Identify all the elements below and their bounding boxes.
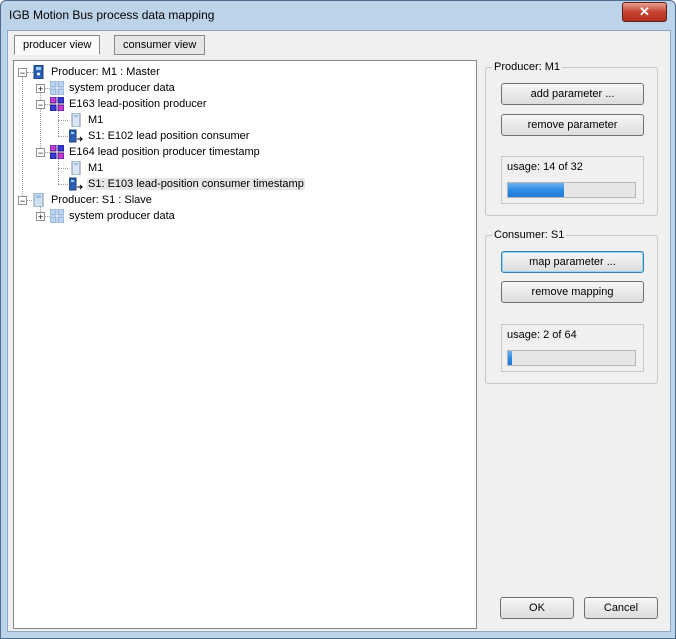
consumer-group-title: Consumer: S1 [492, 229, 567, 241]
ok-button[interactable]: OK [500, 597, 574, 619]
tab-producer-view[interactable]: producer view [14, 35, 101, 55]
consumer-link-icon [69, 177, 83, 191]
dialog-client: producer view consumer view − Producer: … [7, 30, 671, 632]
data-grid-icon [50, 81, 64, 95]
producer-usage-box: usage: 14 of 32 [501, 156, 644, 204]
tree-node-s1-e102-consumer[interactable]: S1: E102 lead position consumer [87, 128, 250, 144]
dialog-window: IGB Motion Bus process data mapping ✕ pr… [0, 0, 676, 639]
collapse-toggle-icon[interactable]: − [18, 68, 27, 78]
producer-usage-label: usage: 14 of 32 [507, 161, 583, 173]
mapping-tree[interactable]: − Producer: M1 : Master + system produce… [13, 60, 477, 629]
collapse-toggle-icon[interactable]: − [18, 196, 27, 206]
tree-node-e164-producer-timestamp[interactable]: E164 lead position producer timestamp [68, 144, 261, 160]
master-device-icon [33, 65, 44, 79]
slave-device-icon [33, 193, 44, 207]
expand-toggle-icon[interactable]: + [36, 84, 45, 94]
tree-node-s1-e103-consumer-timestamp[interactable]: S1: E103 lead-position consumer timestam… [87, 176, 305, 192]
tree-node-system-producer-data[interactable]: system producer data [68, 80, 176, 96]
consumer-link-icon [69, 129, 83, 143]
cancel-button[interactable]: Cancel [584, 597, 658, 619]
map-parameter-button[interactable]: map parameter ... [501, 251, 644, 273]
tree-node-m1[interactable]: M1 [87, 160, 104, 176]
parameter-producer-icon [50, 97, 64, 111]
close-button[interactable]: ✕ [622, 2, 667, 22]
device-icon [71, 113, 81, 127]
collapse-toggle-icon[interactable]: − [36, 148, 45, 158]
window-title: IGB Motion Bus process data mapping [9, 8, 215, 22]
collapse-toggle-icon[interactable]: − [36, 100, 45, 110]
remove-mapping-button[interactable]: remove mapping [501, 281, 644, 303]
tree-node-producer-m1[interactable]: Producer: M1 : Master [50, 64, 161, 80]
parameter-producer-icon [50, 145, 64, 159]
consumer-group: Consumer: S1 map parameter ... remove ma… [485, 229, 658, 384]
data-grid-icon [50, 209, 64, 223]
device-icon [71, 161, 81, 175]
producer-usage-bar [507, 182, 636, 198]
consumer-usage-box: usage: 2 of 64 [501, 324, 644, 372]
consumer-usage-bar [507, 350, 636, 366]
expand-toggle-icon[interactable]: + [36, 212, 45, 222]
tab-consumer-view[interactable]: consumer view [114, 35, 206, 55]
tree-node-m1[interactable]: M1 [87, 112, 104, 128]
tree-node-e163-producer[interactable]: E163 lead-position producer [68, 96, 208, 112]
producer-group-title: Producer: M1 [492, 61, 563, 73]
remove-parameter-button[interactable]: remove parameter [501, 114, 644, 136]
title-bar[interactable]: IGB Motion Bus process data mapping ✕ [1, 1, 675, 30]
tree-node-producer-s1[interactable]: Producer: S1 : Slave [50, 192, 153, 208]
tree-node-system-producer-data[interactable]: system producer data [68, 208, 176, 224]
producer-group: Producer: M1 add parameter ... remove pa… [485, 61, 658, 216]
add-parameter-button[interactable]: add parameter ... [501, 83, 644, 105]
consumer-usage-fill [508, 351, 512, 365]
consumer-usage-label: usage: 2 of 64 [507, 329, 577, 341]
producer-usage-fill [508, 183, 564, 197]
